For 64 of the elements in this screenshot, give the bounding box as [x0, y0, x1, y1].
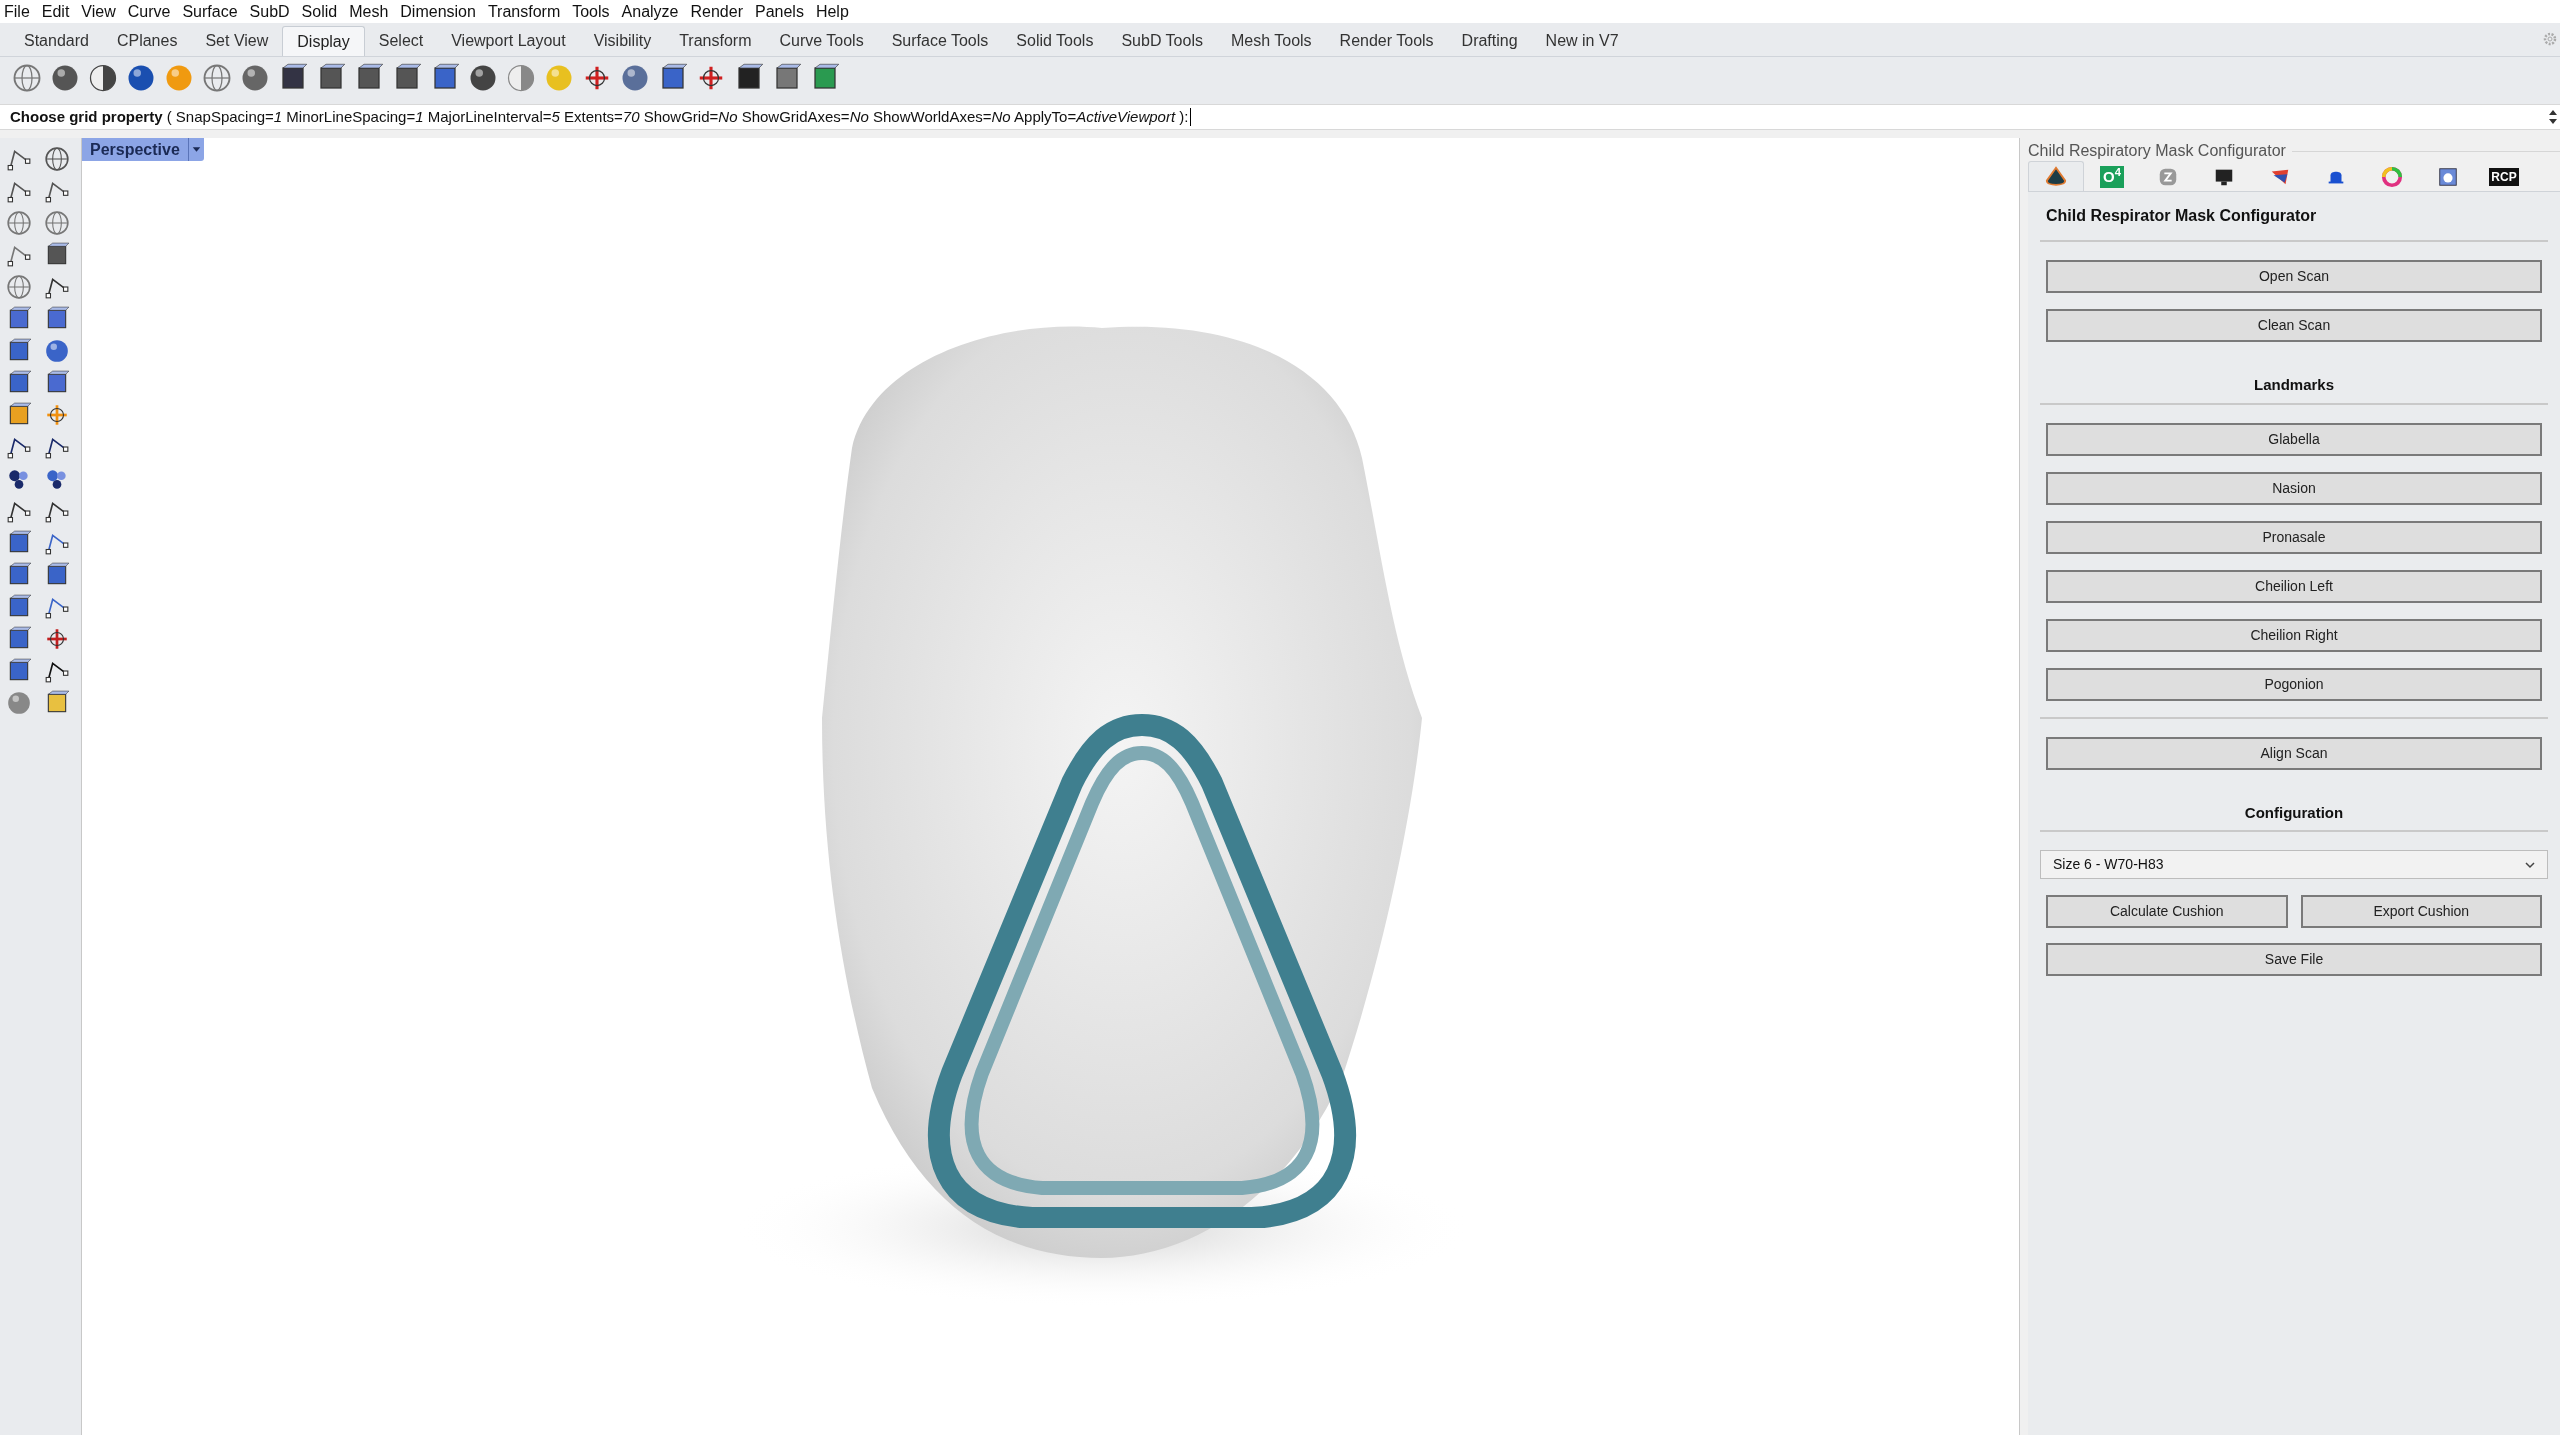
color-wheel-icon	[2381, 166, 2403, 188]
toolbar-tab[interactable]: Drafting	[1447, 26, 1532, 56]
button[interactable]: Export Cushion	[2300, 895, 2542, 928]
menu-item[interactable]: Panels	[755, 0, 804, 24]
button[interactable]: Pogonion	[2046, 667, 2542, 701]
rendered-sphere-icon[interactable]	[126, 63, 156, 93]
half-sphere-icon[interactable]	[88, 63, 118, 93]
button[interactable]: Open Scan	[2046, 260, 2542, 293]
section-heading: Configuration	[2243, 802, 2345, 823]
button[interactable]: Save File	[2046, 943, 2542, 976]
sphere-icon[interactable]	[240, 63, 270, 93]
viewport-title-tab[interactable]: Perspective	[82, 138, 204, 161]
toolbar-tab[interactable]: Display	[282, 26, 365, 56]
toolbar-tab[interactable]: Viewport Layout	[437, 26, 580, 56]
wireframe-sphere-icon[interactable]	[202, 63, 232, 93]
toolbar-tab[interactable]: Curve Tools	[765, 26, 878, 56]
menu-item[interactable]: Render	[690, 0, 743, 24]
menu-item[interactable]: Tools	[572, 0, 610, 24]
shaded-sphere-icon[interactable]	[50, 63, 80, 93]
command-prompt: Choose grid property ( SnapSpacing=1 MinorLineSpacing=1 MajorLineInterval=5 Extents=70 ShowGrid=No ShowGridAxes=No ShowWorldAxes=No ApplyTo=ActiveViewport ):	[9, 106, 1189, 127]
menu-item[interactable]: Analyze	[621, 0, 679, 24]
toolbar-tab[interactable]: New in V7	[1531, 26, 1633, 56]
solids-icon[interactable]	[6, 690, 32, 716]
toolbar-tab[interactable]: Surface Tools	[877, 26, 1003, 56]
menu-item[interactable]: File	[4, 0, 30, 24]
button[interactable]: Align Scan	[2046, 736, 2542, 770]
toolbar-tab[interactable]: Transform	[665, 26, 766, 56]
globe-icon[interactable]	[12, 63, 42, 93]
toolbar-tab[interactable]: Render Tools	[1325, 26, 1448, 56]
button[interactable]: Cheilion Right	[2046, 618, 2542, 652]
chevron-down-icon	[2525, 860, 2535, 869]
button[interactable]: Clean Scan	[2046, 309, 2542, 342]
menu-item[interactable]: Curve	[127, 0, 171, 24]
toolbar-tab[interactable]: Visibility	[579, 26, 666, 56]
panel-tab[interactable]	[2028, 161, 2084, 191]
section-title: Child Respirator Mask Configurator	[2045, 206, 2318, 226]
toolbar-tab[interactable]: Set View	[191, 26, 283, 56]
size-dropdown[interactable]: Size 6 - W70-H83	[2040, 850, 2548, 879]
menu-item[interactable]: Surface	[182, 0, 238, 24]
panel-title: Child Respiratory Mask Configurator	[2028, 141, 2287, 161]
button[interactable]: Calculate Cushion	[2046, 895, 2288, 928]
toolbar-tab[interactable]: Solid Tools	[1002, 26, 1108, 56]
toolbar-tab[interactable]: CPlanes	[102, 26, 192, 56]
toolbar-tab[interactable]: Select	[364, 26, 438, 56]
menu-item[interactable]: Transform	[487, 0, 561, 24]
panel-tab[interactable]: RCP	[2476, 163, 2532, 191]
menu-item[interactable]: Help	[815, 0, 849, 24]
sphere-icon[interactable]	[468, 63, 498, 93]
section-heading: Landmarks	[2252, 375, 2335, 395]
toolbar-tab[interactable]: Standard	[10, 26, 103, 56]
button[interactable]: Cheilion Left	[2046, 569, 2542, 603]
menu-item[interactable]: Edit	[41, 0, 70, 24]
menu-item[interactable]: Solid	[301, 0, 338, 24]
button[interactable]: Pronasale	[2046, 520, 2542, 554]
button[interactable]: Nasion	[2046, 471, 2542, 505]
menu-item[interactable]: View	[81, 0, 116, 24]
spheres-icon[interactable]	[43, 338, 70, 364]
button[interactable]: Glabella	[2046, 422, 2542, 456]
menu-item[interactable]: Mesh	[349, 0, 389, 24]
toolbar-tab[interactable]: Mesh Tools	[1216, 26, 1326, 56]
toolbar-tab[interactable]: SubD Tools	[1107, 26, 1217, 56]
droplet-icon	[2045, 165, 2067, 188]
menu-item[interactable]: SubD	[249, 0, 290, 24]
menu-item[interactable]: Dimension	[400, 0, 476, 24]
